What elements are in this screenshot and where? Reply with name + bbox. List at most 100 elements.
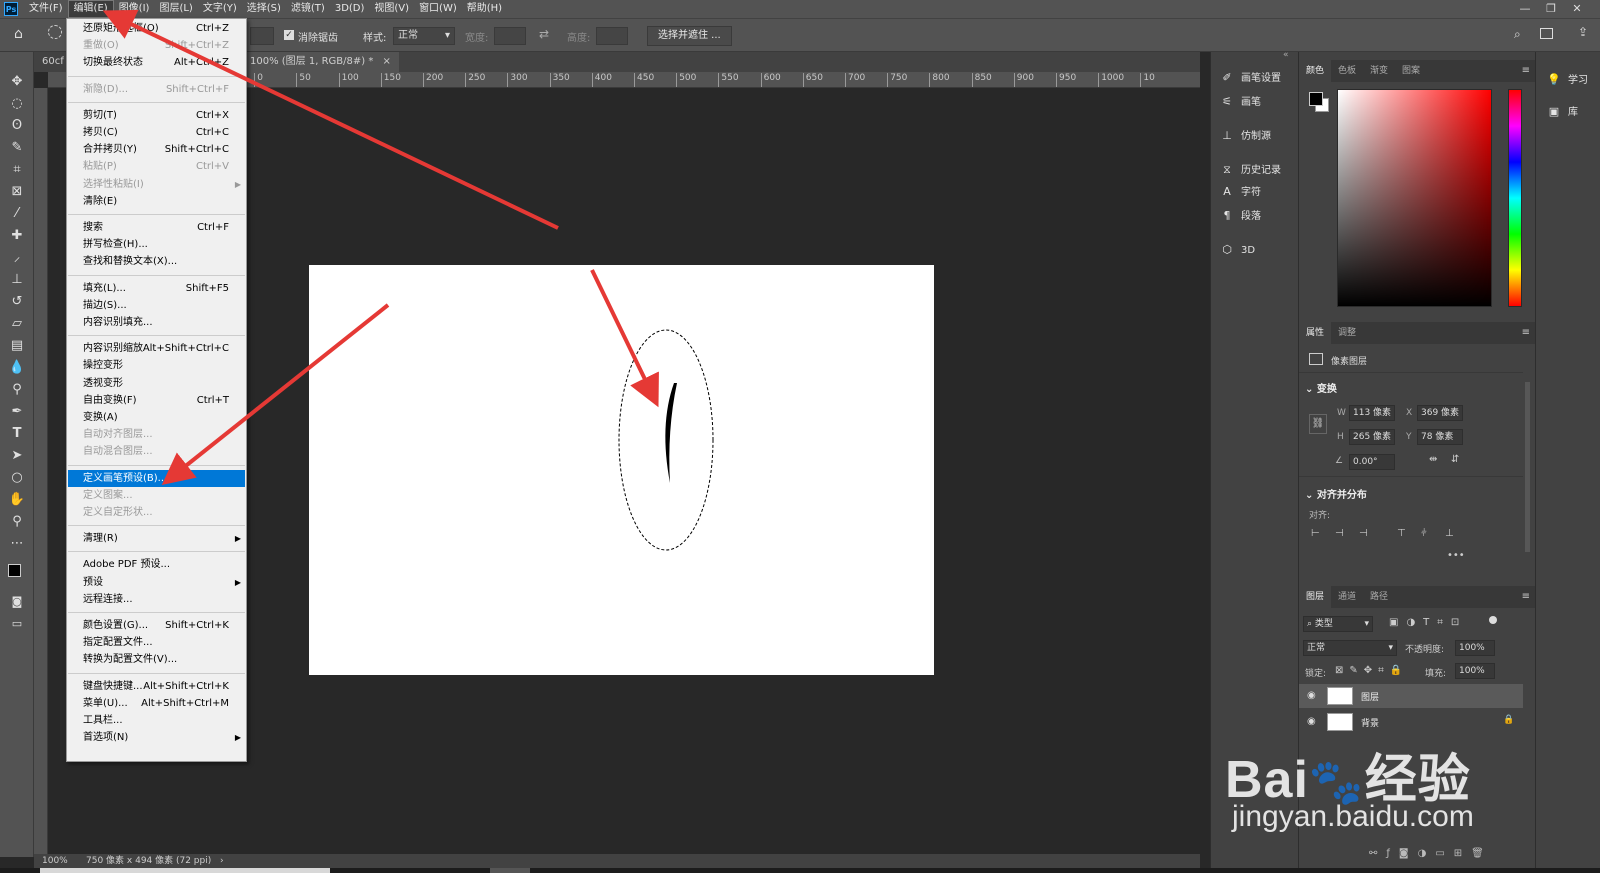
edit-menu-item[interactable]: 还原矩形选框(O) Ctrl+Z	[68, 20, 245, 37]
layer-footer-icons[interactable]: ⚯ƒ◙◑▭⊞🗑	[1369, 848, 1493, 859]
more-options-icon[interactable]: •••	[1447, 550, 1465, 561]
blend-mode-select[interactable]: 正常 ▾	[1303, 640, 1397, 656]
visibility-eye-icon[interactable]: ◉	[1307, 716, 1316, 727]
pen-tool-icon[interactable]: ✒	[6, 402, 28, 422]
edit-menu-item[interactable]: 清理(R) ▶	[68, 530, 245, 547]
opacity-input[interactable]: 100%	[1455, 640, 1495, 656]
edit-menu-item[interactable]: 切换最终状态 Alt+Ctrl+Z	[68, 54, 245, 71]
blur-tool-icon[interactable]: 💧	[6, 358, 28, 378]
clone-stamp-tool-icon[interactable]: ⊥	[6, 270, 28, 290]
edit-menu-item[interactable]: 变换(A)	[68, 409, 245, 426]
menu-layer[interactable]: 图层(L)	[154, 0, 197, 18]
style-select[interactable]: 正常 ▾	[393, 27, 455, 45]
foreground-color-swatch[interactable]	[8, 564, 21, 577]
document-canvas[interactable]	[309, 265, 934, 675]
crop-tool-icon[interactable]: ⌗	[6, 160, 28, 180]
width-input[interactable]: 113 像素	[1349, 405, 1395, 421]
panel-clone-source[interactable]: ⊥ 仿制源	[1219, 126, 1297, 146]
edit-menu-item[interactable]: 菜单(U)... Alt+Shift+Ctrl+M	[68, 695, 245, 712]
share-icon[interactable]: ⇪	[1578, 25, 1588, 39]
edit-menu-item[interactable]: 内容识别缩放 Alt+Shift+Ctrl+C	[68, 340, 245, 357]
height-field[interactable]	[596, 27, 628, 45]
edit-menu-item[interactable]: 首选项(N) ▶	[68, 729, 245, 746]
align-right-icon[interactable]: ⊣	[1359, 528, 1368, 539]
tab-channels[interactable]: 通道	[1331, 586, 1363, 608]
frame-tool-icon[interactable]: ⊠	[6, 182, 28, 202]
lasso-tool-icon[interactable]: ʘ	[6, 116, 28, 136]
feather-field[interactable]	[250, 27, 274, 45]
layer-row-background[interactable]: ◉ 背景 🔒	[1299, 710, 1523, 734]
dodge-tool-icon[interactable]: ⚲	[6, 380, 28, 400]
x-input[interactable]: 369 像素	[1417, 405, 1463, 421]
edit-menu-item[interactable]: 拷贝(C) Ctrl+C	[68, 124, 245, 141]
panel-character[interactable]: A 字符	[1219, 182, 1297, 202]
search-icon[interactable]: ⌕	[1514, 27, 1521, 42]
edit-menu-item[interactable]: 描边(S)...	[68, 297, 245, 314]
menu-view[interactable]: 视图(V)	[369, 0, 414, 18]
edit-menu-item[interactable]: 定义画笔预设(B)...	[68, 469, 245, 487]
healing-brush-tool-icon[interactable]: ✚	[6, 226, 28, 246]
hand-tool-icon[interactable]: ✋	[6, 490, 28, 510]
panel-menu-icon[interactable]: ≡	[1522, 327, 1530, 338]
edit-menu-item[interactable]: Adobe PDF 预设...	[68, 556, 245, 573]
tab-adjustments[interactable]: 调整	[1331, 322, 1363, 344]
type-tool-icon[interactable]: T	[6, 424, 28, 444]
edit-menu-item[interactable]: 拼写检查(H)...	[68, 236, 245, 253]
layer-filter-icons[interactable]: ▣◑T⌗⊡	[1389, 617, 1467, 628]
edit-menu-item[interactable]: 工具栏...	[68, 712, 245, 729]
align-section-title[interactable]: ⌄ 对齐并分布	[1305, 486, 1367, 501]
flip-vertical-icon[interactable]: ⇵	[1451, 454, 1459, 465]
history-brush-tool-icon[interactable]: ↺	[6, 292, 28, 312]
edit-menu-item[interactable]: 键盘快捷键... Alt+Shift+Ctrl+K	[68, 678, 245, 695]
y-input[interactable]: 78 像素	[1417, 429, 1463, 445]
edit-menu-item[interactable]: 查找和替换文本(X)...	[68, 253, 245, 270]
restore-icon[interactable]: ❐	[1540, 0, 1562, 18]
tab-patterns[interactable]: 图案	[1395, 60, 1427, 82]
zoom-tool-icon[interactable]: ⚲	[6, 512, 28, 532]
edit-menu-item[interactable]: 透视变形	[68, 375, 245, 392]
color-foreground-swatch[interactable]	[1309, 92, 1323, 106]
flip-horizontal-icon[interactable]: ⇹	[1429, 454, 1437, 465]
edit-menu-item[interactable]: 指定配置文件...	[68, 634, 245, 651]
horizontal-scrollbar-thumb[interactable]	[40, 868, 330, 873]
tab-swatches[interactable]: 色板	[1331, 60, 1363, 82]
align-bottom-icon[interactable]: ⊥	[1445, 528, 1454, 539]
align-left-icon[interactable]: ⊢	[1311, 528, 1320, 539]
panel-libraries[interactable]: ▣ 库	[1546, 102, 1600, 122]
filter-toggle-icon[interactable]	[1489, 616, 1497, 624]
edit-menu-item[interactable]: 自由变换(F) Ctrl+T	[68, 392, 245, 409]
visibility-eye-icon[interactable]: ◉	[1307, 690, 1316, 701]
ellipse-shape-tool-icon[interactable]: ○	[6, 468, 28, 488]
menu-type[interactable]: 文字(Y)	[198, 0, 242, 18]
edit-menu-item[interactable]: 填充(L)... Shift+F5	[68, 280, 245, 297]
panel-brush-settings[interactable]: ✐ 画笔设置	[1219, 68, 1297, 88]
move-tool-icon[interactable]: ✥	[6, 72, 28, 92]
eyedropper-tool-icon[interactable]: ⁄	[6, 204, 28, 224]
properties-scrollbar[interactable]	[1525, 382, 1530, 552]
panel-menu-icon[interactable]: ≡	[1522, 65, 1530, 76]
edit-menu-item[interactable]: 搜索 Ctrl+F	[68, 219, 245, 236]
minimize-icon[interactable]: —	[1514, 0, 1536, 18]
layer-filter-select[interactable]: ⌕ 类型 ▾	[1303, 616, 1373, 632]
fill-input[interactable]: 100%	[1455, 663, 1495, 679]
menu-help[interactable]: 帮助(H)	[462, 0, 507, 18]
menu-image[interactable]: 图像(I)	[114, 0, 155, 18]
close-icon[interactable]: ✕	[1566, 0, 1588, 18]
menu-window[interactable]: 窗口(W)	[414, 0, 462, 18]
quick-select-tool-icon[interactable]: ✎	[6, 138, 28, 158]
panel-menu-icon[interactable]: ≡	[1522, 591, 1530, 602]
menu-file[interactable]: 文件(F)	[24, 0, 68, 18]
workspace-icon[interactable]	[1540, 28, 1553, 39]
hue-slider[interactable]	[1508, 89, 1522, 307]
close-tab-icon[interactable]: ×	[383, 56, 391, 67]
antialias-checkbox[interactable]: ✓	[284, 30, 294, 40]
chevron-right-icon[interactable]: ›	[220, 854, 224, 868]
edit-menu-item[interactable]: 合并拷贝(Y) Shift+Ctrl+C	[68, 141, 245, 158]
tab-color[interactable]: 颜色	[1299, 60, 1332, 82]
tab-document-2[interactable]: 100% (图层 1, RGB/8#) * ×	[242, 52, 399, 72]
edit-menu-item[interactable]: 剪切(T) Ctrl+X	[68, 107, 245, 124]
panel-brush[interactable]: ⚟ 画笔	[1219, 92, 1297, 112]
gradient-tool-icon[interactable]: ▤	[6, 336, 28, 356]
tab-document-1[interactable]: 60cf	[34, 52, 64, 72]
edit-menu-item[interactable]: 预设 ▶	[68, 574, 245, 591]
